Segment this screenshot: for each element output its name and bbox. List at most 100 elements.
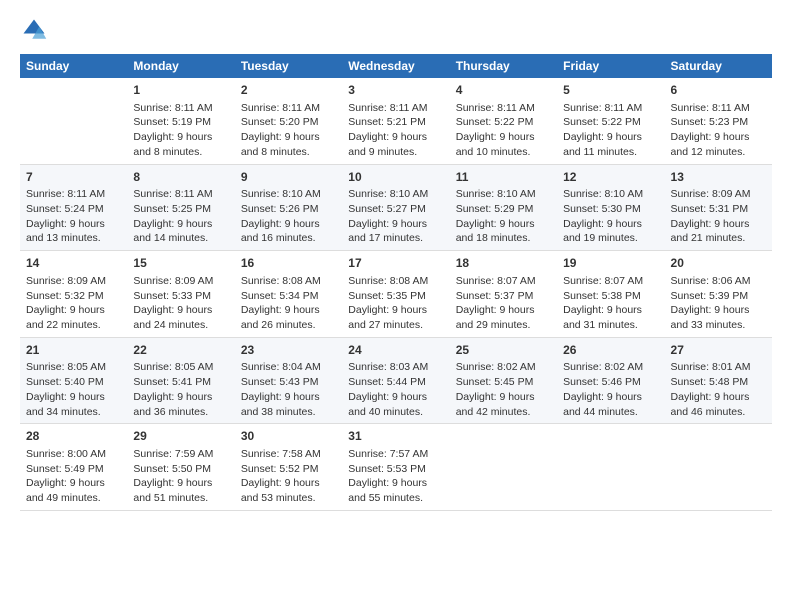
day-number: 11 [456,169,551,186]
cell-info-line: and 38 minutes. [241,405,336,420]
cell-info-line: Sunrise: 8:06 AM [671,274,766,289]
calendar-cell: 7Sunrise: 8:11 AMSunset: 5:24 PMDaylight… [20,164,127,251]
cell-info-line: and 21 minutes. [671,231,766,246]
calendar-week-row: 21Sunrise: 8:05 AMSunset: 5:40 PMDayligh… [20,337,772,424]
calendar-cell: 15Sunrise: 8:09 AMSunset: 5:33 PMDayligh… [127,251,234,338]
cell-info-line: and 8 minutes. [241,145,336,160]
day-of-week-header: Monday [127,54,234,78]
cell-info-line: Daylight: 9 hours [241,390,336,405]
cell-info-line: Daylight: 9 hours [456,217,551,232]
calendar-cell: 8Sunrise: 8:11 AMSunset: 5:25 PMDaylight… [127,164,234,251]
day-of-week-header: Friday [557,54,664,78]
cell-info-line: Daylight: 9 hours [563,217,658,232]
cell-info-line: Daylight: 9 hours [456,303,551,318]
cell-info-line: Sunrise: 8:10 AM [241,187,336,202]
calendar-body: 1Sunrise: 8:11 AMSunset: 5:19 PMDaylight… [20,78,772,510]
cell-info-line: Daylight: 9 hours [671,390,766,405]
cell-info-line: Daylight: 9 hours [563,390,658,405]
calendar-cell: 16Sunrise: 8:08 AMSunset: 5:34 PMDayligh… [235,251,342,338]
cell-info-line: Daylight: 9 hours [241,217,336,232]
calendar-cell [665,424,772,511]
day-number: 16 [241,255,336,272]
day-number: 30 [241,428,336,445]
cell-info-line: Sunset: 5:53 PM [348,462,443,477]
calendar-cell: 10Sunrise: 8:10 AMSunset: 5:27 PMDayligh… [342,164,449,251]
cell-info-line: Sunset: 5:26 PM [241,202,336,217]
day-number: 7 [26,169,121,186]
cell-info-line: Daylight: 9 hours [671,130,766,145]
calendar-cell: 31Sunrise: 7:57 AMSunset: 5:53 PMDayligh… [342,424,449,511]
cell-info-line: Daylight: 9 hours [26,303,121,318]
day-of-week-header: Wednesday [342,54,449,78]
calendar-cell: 28Sunrise: 8:00 AMSunset: 5:49 PMDayligh… [20,424,127,511]
cell-info-line: Sunrise: 8:11 AM [241,101,336,116]
day-number: 8 [133,169,228,186]
cell-info-line: and 22 minutes. [26,318,121,333]
cell-info-line: Sunset: 5:24 PM [26,202,121,217]
calendar-cell: 29Sunrise: 7:59 AMSunset: 5:50 PMDayligh… [127,424,234,511]
calendar-cell: 6Sunrise: 8:11 AMSunset: 5:23 PMDaylight… [665,78,772,164]
day-number: 3 [348,82,443,99]
day-number: 14 [26,255,121,272]
calendar-cell: 11Sunrise: 8:10 AMSunset: 5:29 PMDayligh… [450,164,557,251]
calendar-cell: 2Sunrise: 8:11 AMSunset: 5:20 PMDaylight… [235,78,342,164]
cell-info-line: Sunrise: 7:59 AM [133,447,228,462]
cell-info-line: Sunset: 5:39 PM [671,289,766,304]
calendar-cell: 18Sunrise: 8:07 AMSunset: 5:37 PMDayligh… [450,251,557,338]
cell-info-line: Sunrise: 8:11 AM [133,101,228,116]
cell-info-line: Sunrise: 8:11 AM [133,187,228,202]
calendar-cell: 26Sunrise: 8:02 AMSunset: 5:46 PMDayligh… [557,337,664,424]
cell-info-line: Daylight: 9 hours [241,303,336,318]
cell-info-line: Sunset: 5:21 PM [348,115,443,130]
day-number: 15 [133,255,228,272]
day-number: 9 [241,169,336,186]
day-number: 12 [563,169,658,186]
calendar-cell: 13Sunrise: 8:09 AMSunset: 5:31 PMDayligh… [665,164,772,251]
cell-info-line: and 40 minutes. [348,405,443,420]
day-number: 29 [133,428,228,445]
calendar-cell: 22Sunrise: 8:05 AMSunset: 5:41 PMDayligh… [127,337,234,424]
cell-info-line: and 10 minutes. [456,145,551,160]
calendar-cell: 14Sunrise: 8:09 AMSunset: 5:32 PMDayligh… [20,251,127,338]
cell-info-line: and 51 minutes. [133,491,228,506]
calendar-cell: 23Sunrise: 8:04 AMSunset: 5:43 PMDayligh… [235,337,342,424]
cell-info-line: Sunset: 5:23 PM [671,115,766,130]
cell-info-line: Daylight: 9 hours [563,130,658,145]
cell-info-line: and 49 minutes. [26,491,121,506]
cell-info-line: Sunrise: 7:57 AM [348,447,443,462]
cell-info-line: Sunrise: 8:09 AM [26,274,121,289]
cell-info-line: and 14 minutes. [133,231,228,246]
cell-info-line: Sunset: 5:33 PM [133,289,228,304]
day-number: 28 [26,428,121,445]
calendar-cell: 20Sunrise: 8:06 AMSunset: 5:39 PMDayligh… [665,251,772,338]
cell-info-line: Sunset: 5:35 PM [348,289,443,304]
cell-info-line: Sunrise: 8:01 AM [671,360,766,375]
cell-info-line: Sunset: 5:49 PM [26,462,121,477]
calendar-cell: 24Sunrise: 8:03 AMSunset: 5:44 PMDayligh… [342,337,449,424]
cell-info-line: Daylight: 9 hours [26,390,121,405]
cell-info-line: Daylight: 9 hours [241,476,336,491]
cell-info-line: and 19 minutes. [563,231,658,246]
cell-info-line: and 17 minutes. [348,231,443,246]
cell-info-line: and 36 minutes. [133,405,228,420]
cell-info-line: Sunrise: 8:04 AM [241,360,336,375]
day-number: 31 [348,428,443,445]
cell-info-line: Daylight: 9 hours [26,217,121,232]
cell-info-line: Daylight: 9 hours [348,130,443,145]
logo-icon [20,16,48,44]
cell-info-line: and 33 minutes. [671,318,766,333]
calendar-cell: 27Sunrise: 8:01 AMSunset: 5:48 PMDayligh… [665,337,772,424]
cell-info-line: and 18 minutes. [456,231,551,246]
calendar-cell [557,424,664,511]
cell-info-line: Daylight: 9 hours [133,130,228,145]
day-number: 5 [563,82,658,99]
cell-info-line: Daylight: 9 hours [241,130,336,145]
calendar-week-row: 28Sunrise: 8:00 AMSunset: 5:49 PMDayligh… [20,424,772,511]
cell-info-line: Sunrise: 8:11 AM [671,101,766,116]
cell-info-line: Sunset: 5:37 PM [456,289,551,304]
cell-info-line: Sunrise: 8:11 AM [456,101,551,116]
day-of-week-header: Tuesday [235,54,342,78]
day-number: 4 [456,82,551,99]
cell-info-line: Sunset: 5:52 PM [241,462,336,477]
cell-info-line: and 42 minutes. [456,405,551,420]
